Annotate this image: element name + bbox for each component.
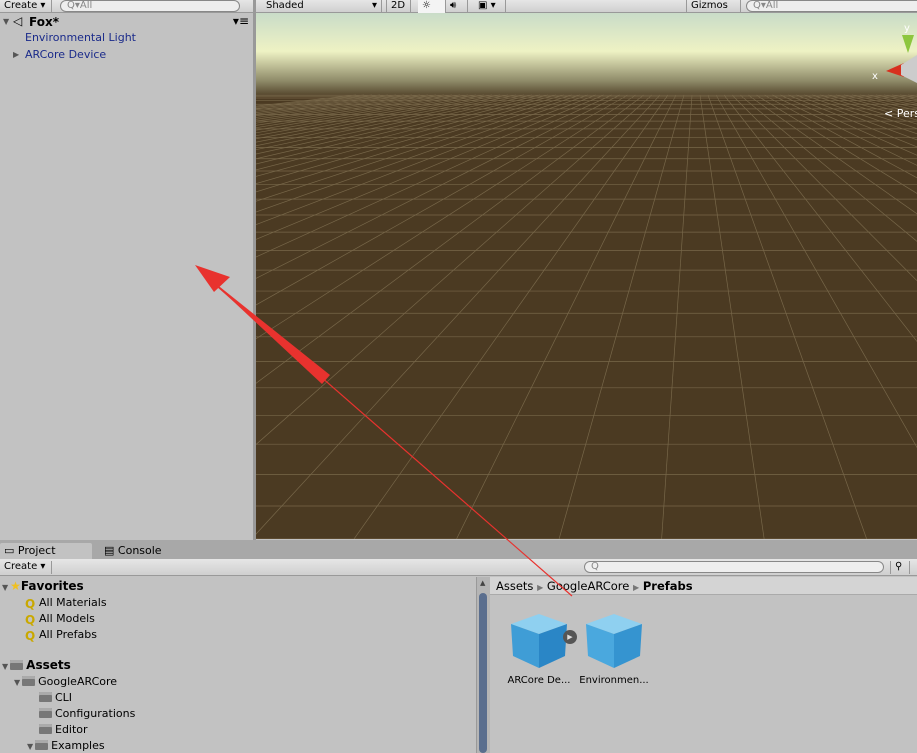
annotation-arrow	[195, 265, 573, 597]
